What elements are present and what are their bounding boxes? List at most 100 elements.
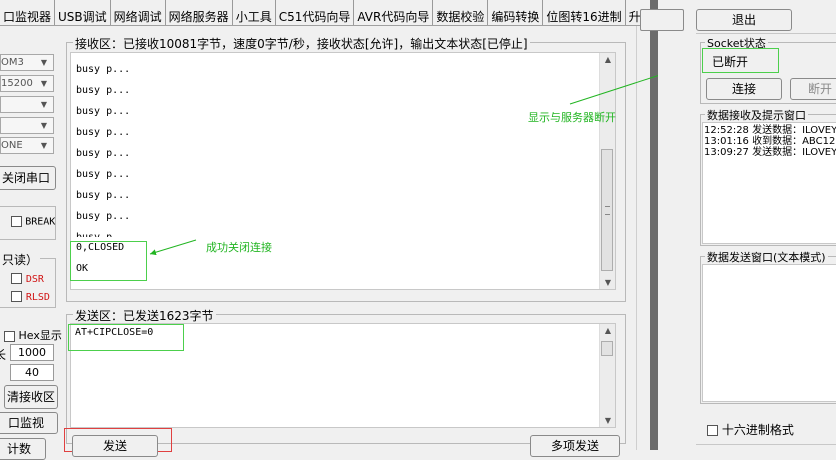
close-port-button[interactable]: 关闭串口: [0, 166, 56, 190]
count-button[interactable]: 计数: [0, 438, 46, 460]
log-line: 13:01:16 收到数据：ABC12: [704, 136, 836, 147]
tab-8[interactable]: 编码转换: [488, 0, 544, 25]
dsr-checkbox[interactable]: DSR: [11, 271, 44, 285]
connect-button[interactable]: 连接: [706, 78, 782, 100]
recv-log-legend: 数据接收及提示窗口: [705, 107, 808, 123]
hex-format-checkbox[interactable]: 十六进制格式: [707, 421, 794, 438]
right-top-divider: [696, 33, 836, 34]
recv-line: busy p...: [76, 148, 131, 159]
send-highlight-box: [68, 324, 184, 351]
tab-7[interactable]: 数据校验: [433, 0, 489, 25]
chevron-down-icon: ▼: [40, 58, 48, 67]
count-label: 计数: [6, 442, 31, 456]
clear-recv-button[interactable]: 清接收区: [4, 385, 58, 409]
scroll-thumb[interactable]: [601, 341, 613, 356]
checkbox-box: [707, 425, 718, 436]
window-gap: [650, 0, 658, 450]
length-input[interactable]: 40: [10, 364, 54, 381]
break-checkbox[interactable]: BREAK: [11, 216, 55, 228]
recv-log-textarea[interactable]: 12:52:28 发送数据：ILOVEYO 13:01:16 收到数据：ABC12…: [702, 122, 836, 244]
monitor-label: 口监视: [7, 416, 44, 430]
monitor-button[interactable]: 口监视: [0, 412, 58, 434]
tab-4[interactable]: 小工具: [233, 0, 276, 25]
checkbox-box: [11, 216, 22, 227]
connect-label: 连接: [731, 82, 756, 96]
tab-3[interactable]: 网络服务器: [166, 0, 233, 25]
window-divider: [636, 26, 650, 450]
recv-lines: busy p... busy p... busy p... busy p... busy…: [76, 59, 596, 279]
send-scrollbar[interactable]: ▲ ▼: [599, 324, 615, 427]
databits-combo[interactable]: ▼: [0, 96, 54, 113]
recv-line: busy p...: [76, 190, 131, 201]
stopbits-combo-value: ONE: [1, 140, 23, 151]
scroll-up-icon[interactable]: ▲: [600, 55, 616, 64]
port-combo-value: OM3: [1, 57, 24, 68]
multi-send-label: 多项发送: [550, 439, 599, 453]
close-port-label: 关闭串口: [1, 171, 50, 185]
disconnect-button[interactable]: 断开: [790, 78, 836, 100]
closed-annotation: 成功关闭连接: [206, 241, 272, 254]
recv-line: busy p...: [76, 211, 131, 222]
hex-display-label: Hex显示: [18, 329, 62, 342]
rlsd-label: RLSD: [25, 292, 50, 303]
recv-line: busy p...: [76, 169, 131, 180]
scroll-down-icon[interactable]: ▼: [600, 278, 616, 287]
scroll-up-icon[interactable]: ▲: [600, 326, 616, 335]
send-button-label: 发送: [102, 439, 127, 453]
send-window-textarea[interactable]: [702, 264, 836, 402]
send-legend: 发送区：已发送1623字节: [73, 307, 216, 324]
tab-2[interactable]: 网络调试: [111, 0, 166, 25]
right-left-button[interactable]: [640, 9, 684, 31]
field1-prefix: 长: [0, 348, 7, 362]
rlsd-checkbox[interactable]: RLSD: [11, 289, 50, 303]
multi-send-button[interactable]: 多项发送: [530, 435, 620, 457]
recv-tail-line: 0,CLOSED: [76, 242, 125, 253]
disconnect-label: 断开: [807, 82, 832, 96]
parity-combo[interactable]: ▼: [0, 117, 54, 134]
tab-1[interactable]: USB调试: [55, 0, 111, 25]
stopbits-combo[interactable]: ONE ▼: [0, 137, 54, 154]
chevron-down-icon: ▼: [40, 100, 48, 109]
checkbox-box: [11, 291, 22, 302]
checkbox-box: [11, 273, 22, 284]
hex-format-label: 十六进制格式: [721, 423, 794, 437]
send-button[interactable]: 发送: [72, 435, 158, 457]
baud-combo-value: 15200: [1, 78, 33, 89]
tab-6[interactable]: AVR代码向导: [354, 0, 434, 25]
clear-recv-label: 清接收区: [6, 390, 55, 404]
chevron-down-icon: ▼: [40, 121, 48, 130]
recv-log-lines: 12:52:28 发送数据：ILOVEYO 13:01:16 收到数据：ABC12…: [703, 123, 836, 158]
right-bottom-divider: [696, 444, 836, 445]
recv-textarea[interactable]: busy p... busy p... busy p... busy p... busy…: [70, 52, 616, 290]
checkbox-box: [4, 330, 15, 342]
baud-combo[interactable]: 15200 ▼: [0, 75, 54, 92]
log-line: 13:09:27 发送数据：ILOVEYO: [704, 147, 836, 158]
recv-scrollbar[interactable]: ▲ ▼: [599, 53, 615, 289]
recv-line: busy p...: [76, 85, 131, 96]
tab-bar: 口监视器 USB调试 网络调试 网络服务器 小工具 C51代码向导 AVR代码向导 数据校验编…: [0, 0, 650, 26]
interval-input[interactable]: 1000: [10, 344, 54, 361]
recv-line: busy p...: [76, 64, 131, 75]
chevron-down-icon: ▼: [40, 141, 48, 150]
scroll-down-icon[interactable]: ▼: [600, 416, 616, 425]
socket-status: 已断开: [712, 55, 749, 69]
send-window-legend: 数据发送窗口(文本模式): [705, 249, 828, 265]
disconnected-annotation: 显示与服务器断开: [528, 111, 616, 124]
exit-button[interactable]: 退出: [696, 9, 792, 31]
recv-line: busy p...: [76, 227, 596, 237]
break-label: BREAK: [25, 216, 56, 228]
port-combo[interactable]: OM3 ▼: [0, 54, 54, 71]
tab-0[interactable]: 口监视器: [0, 0, 56, 25]
readonly-label: 只读）: [0, 251, 41, 268]
recv-line: busy p...: [76, 127, 131, 138]
dsr-label: DSR: [25, 274, 44, 285]
tab-9[interactable]: 位图转16进制: [543, 0, 626, 25]
scroll-thumb[interactable]: [601, 149, 613, 271]
recv-line: busy p...: [76, 106, 131, 117]
tab-5[interactable]: C51代码向导: [276, 0, 355, 25]
recv-tail-line: OK: [76, 263, 89, 274]
hex-display-checkbox[interactable]: Hex显示: [4, 327, 62, 343]
closed-highlight-box: [70, 241, 147, 281]
chevron-down-icon: ▼: [40, 79, 48, 88]
exit-label: 退出: [731, 13, 756, 27]
